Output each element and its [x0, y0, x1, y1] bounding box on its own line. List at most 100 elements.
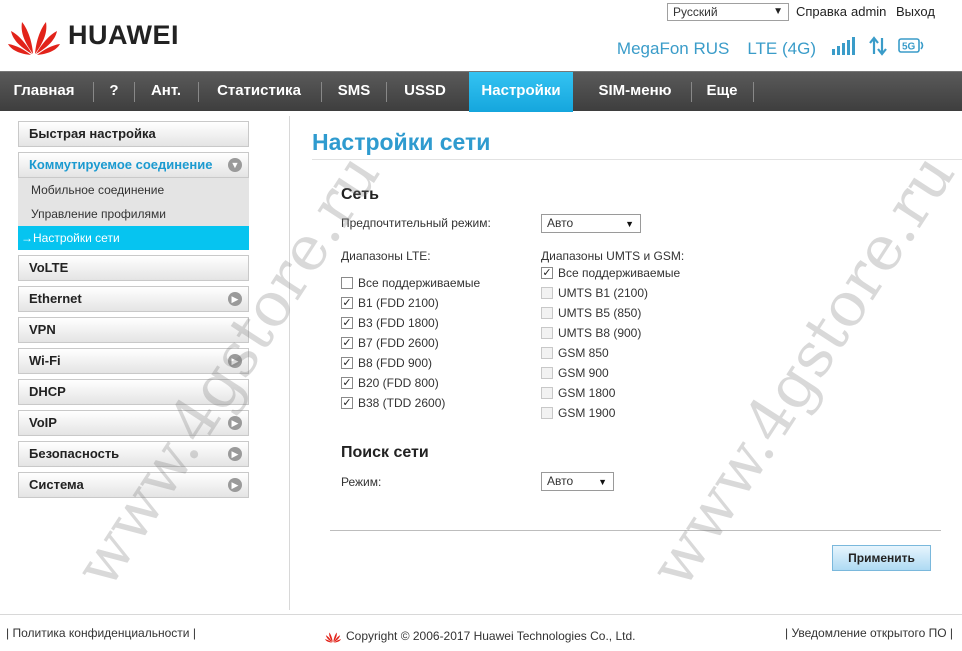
- sidebar-item-dhcp[interactable]: DHCP: [18, 379, 249, 405]
- open-source-notice-link[interactable]: | Уведомление открытого ПО |: [785, 626, 953, 640]
- checkbox-label: B7 (FDD 2600): [358, 336, 439, 350]
- search-mode-value: Авто: [547, 474, 574, 488]
- sidebar-item-dialup[interactable]: Коммутируемое соединение ▼: [18, 152, 249, 178]
- nav-divider: [93, 82, 94, 102]
- 5g-badge: 5G: [902, 42, 916, 53]
- footer-divider: [0, 614, 962, 615]
- lte-band-b8[interactable]: ✓ B8 (FDD 900): [341, 356, 432, 370]
- section-title-network: Сеть: [341, 186, 379, 203]
- checkbox-checked[interactable]: ✓: [341, 357, 353, 369]
- lte-band-b20[interactable]: ✓ B20 (FDD 800): [341, 376, 439, 390]
- sidebar-item-ethernet[interactable]: Ethernet ▶: [18, 286, 249, 312]
- lte-band-b1[interactable]: ✓ B1 (FDD 2100): [341, 296, 439, 310]
- checkbox-label: B3 (FDD 1800): [358, 316, 439, 330]
- checkbox-label: GSM 850: [558, 346, 609, 360]
- chevron-right-icon: ▶: [228, 292, 242, 306]
- nav-settings[interactable]: Настройки: [469, 72, 573, 112]
- sidebar-item-volte[interactable]: VoLTE: [18, 255, 249, 281]
- checkbox-checked[interactable]: ✓: [341, 397, 353, 409]
- dropdown-arrow-icon: ▼: [773, 6, 783, 17]
- checkbox-checked[interactable]: ✓: [541, 267, 553, 279]
- operator-name: MegaFon RUS: [616, 38, 730, 58]
- nav-sim-menu[interactable]: SIM-меню: [585, 72, 685, 112]
- privacy-policy-label: Политика конфиденциальности: [12, 626, 190, 640]
- nav-antenna[interactable]: Ант.: [140, 72, 192, 112]
- sidebar-item-label: Ethernet: [29, 291, 82, 306]
- lte-band-b7[interactable]: ✓ B7 (FDD 2600): [341, 336, 439, 350]
- privacy-policy-link[interactable]: | Политика конфиденциальности |: [6, 626, 196, 640]
- search-mode-label: Режим:: [341, 475, 382, 489]
- preferred-mode-label: Предпочтительный режим:: [341, 216, 491, 230]
- nav-ussd[interactable]: USSD: [392, 72, 458, 112]
- nav-help[interactable]: ?: [100, 72, 128, 112]
- content-divider: [289, 116, 290, 610]
- checkbox-label: Все поддерживаемые: [558, 266, 681, 280]
- nav-home[interactable]: Главная: [0, 72, 88, 112]
- nav-divider: [321, 82, 322, 102]
- checkbox-checked[interactable]: ✓: [341, 337, 353, 349]
- sidebar-item-quick-setup[interactable]: Быстрая настройка: [18, 121, 249, 147]
- sidebar-item-vpn[interactable]: VPN: [18, 317, 249, 343]
- language-select[interactable]: Русский ▼: [667, 3, 789, 21]
- checkbox-label: UMTS B5 (850): [558, 306, 642, 320]
- chevron-down-icon: ▼: [228, 158, 242, 172]
- search-mode-select[interactable]: Авто ▼: [541, 472, 614, 491]
- logout-link[interactable]: Выход: [896, 4, 935, 19]
- checkbox-disabled: [541, 407, 553, 419]
- sidebar-item-security[interactable]: Безопасность ▶: [18, 441, 249, 467]
- sidebar-subitem-network-settings[interactable]: →Настройки сети: [18, 226, 249, 250]
- checkbox-disabled: [541, 347, 553, 359]
- checkbox[interactable]: [341, 277, 353, 289]
- main-nav: Главная ? Ант. Статистика SMS USSD Настр…: [0, 71, 962, 112]
- huawei-flower-icon: [8, 22, 60, 55]
- umts-band-all[interactable]: ✓ Все поддерживаемые: [541, 266, 680, 280]
- nav-statistics[interactable]: Статистика: [204, 72, 314, 112]
- apply-button[interactable]: Применить: [832, 545, 931, 571]
- nav-sms[interactable]: SMS: [328, 72, 380, 112]
- sidebar-subitem-mobile-connection[interactable]: Мобильное соединение: [18, 178, 249, 202]
- help-link[interactable]: Справка: [796, 4, 847, 19]
- nav-more[interactable]: Еще: [697, 72, 747, 112]
- dropdown-arrow-icon: ▼: [625, 219, 634, 229]
- huawei-flower-icon: [324, 631, 342, 643]
- sidebar-item-voip[interactable]: VoIP ▶: [18, 410, 249, 436]
- nav-divider: [134, 82, 135, 102]
- checkbox-checked[interactable]: ✓: [341, 297, 353, 309]
- huawei-logo[interactable]: HUAWEI: [8, 14, 179, 56]
- checkbox-disabled: [541, 307, 553, 319]
- checkbox-disabled: [541, 327, 553, 339]
- chevron-right-icon: ▶: [228, 447, 242, 461]
- checkbox-checked[interactable]: ✓: [341, 317, 353, 329]
- gsm-900: GSM 900: [541, 366, 609, 380]
- checkbox-label: GSM 900: [558, 366, 609, 380]
- user-link[interactable]: admin: [851, 4, 886, 19]
- sidebar-item-system[interactable]: Система ▶: [18, 472, 249, 498]
- language-value: Русский: [673, 5, 718, 19]
- signal-strength-icon: [832, 37, 858, 60]
- chevron-right-icon: ▶: [228, 478, 242, 492]
- checkbox-label: B1 (FDD 2100): [358, 296, 439, 310]
- umts-band-b8: UMTS B8 (900): [541, 326, 641, 340]
- sidebar-item-label: Wi-Fi: [29, 353, 61, 368]
- sidebar-item-label: Система: [29, 477, 84, 492]
- sidebar-item-wifi[interactable]: Wi-Fi ▶: [18, 348, 249, 374]
- network-type: LTE (4G): [747, 38, 816, 58]
- sidebar-subitem-profile-management[interactable]: Управление профилями: [18, 202, 249, 226]
- nav-divider: [691, 82, 692, 102]
- sidebar-item-label: Безопасность: [29, 446, 120, 461]
- lte-bands-label: Диапазоны LTE:: [341, 249, 431, 263]
- form-divider: [330, 530, 941, 531]
- umts-band-b5: UMTS B5 (850): [541, 306, 641, 320]
- lte-band-all[interactable]: Все поддерживаемые: [341, 276, 480, 290]
- checkbox-label: GSM 1800: [558, 386, 616, 400]
- 5g-wifi-icon: 5G: [898, 37, 926, 60]
- checkbox-label: Все поддерживаемые: [358, 276, 481, 290]
- nav-divider: [198, 82, 199, 102]
- lte-band-b3[interactable]: ✓ B3 (FDD 1800): [341, 316, 439, 330]
- gsm-850: GSM 850: [541, 346, 609, 360]
- preferred-mode-select[interactable]: Авто ▼: [541, 214, 641, 233]
- lte-band-b38[interactable]: ✓ B38 (TDD 2600): [341, 396, 445, 410]
- checkbox-checked[interactable]: ✓: [341, 377, 353, 389]
- checkbox-label: GSM 1900: [558, 406, 616, 420]
- sidebar-item-label: Коммутируемое соединение: [29, 157, 213, 172]
